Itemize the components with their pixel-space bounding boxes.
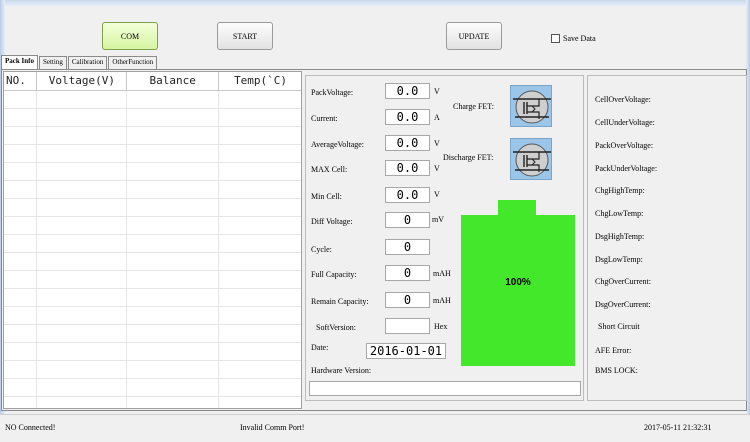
- average-voltage-unit: V: [434, 139, 440, 148]
- status-datetime: 2017-05-11 21:32:31: [644, 423, 712, 432]
- alarm-chg-high-temp: ChgHighTemp:: [595, 186, 645, 195]
- pack-voltage-value: 0.0: [385, 83, 430, 99]
- col-temp[interactable]: Temp(`C): [218, 72, 301, 91]
- tab-bar: Pack Info Setting Calibration OtherFunct…: [1, 55, 158, 69]
- alarm-dsg-low-temp: DsgLowTemp:: [595, 255, 643, 264]
- current-value: 0.0: [385, 109, 430, 125]
- date-label: Date:: [311, 343, 329, 352]
- alarm-cell-over-voltage: CellOverVoltage:: [595, 95, 651, 104]
- port-status: Invalid Comm Port!: [240, 423, 305, 432]
- alarm-dsg-high-temp: DsgHighTemp:: [595, 232, 645, 241]
- full-capacity-label: Full Capacity:: [311, 270, 357, 279]
- cell-table[interactable]: NO. Voltage(V) Balance Temp(`C): [3, 71, 302, 409]
- battery-percent: 100%: [505, 277, 531, 288]
- soft-version-unit: Hex: [434, 322, 448, 331]
- toolbar: COM START UPDATE Save Data: [5, 6, 746, 54]
- max-cell-value: 0.0: [385, 160, 430, 176]
- status-bar: NO Connected! Invalid Comm Port! 2017-05…: [0, 414, 750, 442]
- hardware-version-field: [309, 381, 581, 396]
- alarm-short-circuit: Short Circuit: [598, 322, 640, 331]
- table-row: [4, 252, 301, 271]
- alarm-chg-over-current: ChgOverCurrent:: [595, 277, 651, 286]
- battery-terminal: [498, 200, 536, 215]
- start-button[interactable]: START: [217, 22, 273, 50]
- table-row: [4, 108, 301, 127]
- table-row: [4, 162, 301, 181]
- min-cell-label: Min Cell:: [311, 192, 342, 201]
- remain-capacity-unit: mAH: [433, 296, 451, 305]
- table-row: [4, 198, 301, 217]
- col-balance[interactable]: Balance: [126, 72, 220, 91]
- current-label: Current:: [311, 114, 338, 123]
- table-row: [4, 90, 301, 109]
- max-cell-unit: V: [434, 164, 440, 173]
- table-row: [4, 288, 301, 307]
- tab-other-function[interactable]: OtherFunction: [108, 56, 158, 69]
- soft-version-value: [385, 318, 430, 334]
- diff-voltage-label: Diff Voltage:: [311, 217, 353, 226]
- com-button[interactable]: COM: [102, 22, 158, 50]
- mosfet-icon: [513, 143, 551, 177]
- table-row: [4, 342, 301, 361]
- full-capacity-unit: mAH: [433, 269, 451, 278]
- cell-grid: NO. Voltage(V) Balance Temp(`C): [4, 72, 301, 408]
- pack-voltage-label: PackVoltage:: [311, 88, 354, 97]
- table-row: [4, 144, 301, 163]
- remain-capacity-label: Remain Capacity:: [311, 297, 369, 306]
- max-cell-label: MAX Cell:: [311, 165, 348, 174]
- update-button[interactable]: UPDATE: [446, 22, 502, 50]
- table-row: [4, 306, 301, 325]
- diff-voltage-unit: mV: [432, 215, 444, 224]
- cycle-label: Cycle:: [311, 245, 332, 254]
- alarm-dsg-over-current: DsgOverCurrent:: [595, 300, 651, 309]
- col-no[interactable]: NO.: [4, 72, 38, 91]
- connection-status: NO Connected!: [5, 423, 56, 432]
- save-data-checkbox[interactable]: Save Data: [551, 34, 596, 43]
- hardware-version-label: Hardware Version:: [311, 366, 372, 375]
- checkbox-box[interactable]: [551, 34, 560, 43]
- alarm-pack-over-voltage: PackOverVoltage:: [595, 141, 654, 150]
- current-unit: A: [434, 113, 440, 122]
- diff-voltage-value: 0: [385, 212, 430, 228]
- table-row: [4, 378, 301, 397]
- battery-level: [461, 215, 575, 366]
- table-row: [4, 216, 301, 235]
- table-row: [4, 360, 301, 379]
- remain-capacity-value: 0: [385, 292, 430, 308]
- table-row: [4, 234, 301, 253]
- alarm-bms-lock: BMS LOCK:: [595, 366, 638, 375]
- charge-fet-icon: [510, 85, 552, 127]
- table-row: [4, 270, 301, 289]
- full-capacity-value: 0: [385, 265, 430, 281]
- col-voltage[interactable]: Voltage(V): [36, 72, 128, 91]
- cycle-value: 0: [385, 239, 430, 255]
- mosfet-icon: [513, 90, 551, 124]
- alarm-pack-under-voltage: PackUnderVoltage:: [595, 164, 658, 173]
- charge-fet-label: Charge FET:: [453, 102, 495, 111]
- min-cell-value: 0.0: [385, 187, 430, 203]
- table-row: [4, 324, 301, 343]
- tab-pack-info[interactable]: Pack Info: [1, 55, 38, 69]
- tab-calibration[interactable]: Calibration: [67, 56, 108, 69]
- alarm-chg-low-temp: ChgLowTemp:: [595, 209, 644, 218]
- tab-setting[interactable]: Setting: [38, 56, 67, 69]
- table-row: [4, 396, 301, 408]
- discharge-fet-icon: [510, 138, 552, 180]
- date-value: 2016-01-01: [366, 343, 446, 359]
- min-cell-unit: V: [434, 190, 440, 199]
- average-voltage-value: 0.0: [385, 135, 430, 151]
- table-row: [4, 126, 301, 145]
- table-row: [4, 180, 301, 199]
- soft-version-label: SoftVersion:: [316, 323, 356, 332]
- alarm-cell-under-voltage: CellUnderVoltage:: [595, 118, 655, 127]
- save-data-label: Save Data: [563, 34, 596, 43]
- pack-voltage-unit: V: [434, 87, 440, 96]
- discharge-fet-label: Discharge FET:: [443, 153, 494, 162]
- alarm-afe-error: AFE Error:: [595, 346, 632, 355]
- average-voltage-label: AverageVoltage:: [311, 140, 365, 149]
